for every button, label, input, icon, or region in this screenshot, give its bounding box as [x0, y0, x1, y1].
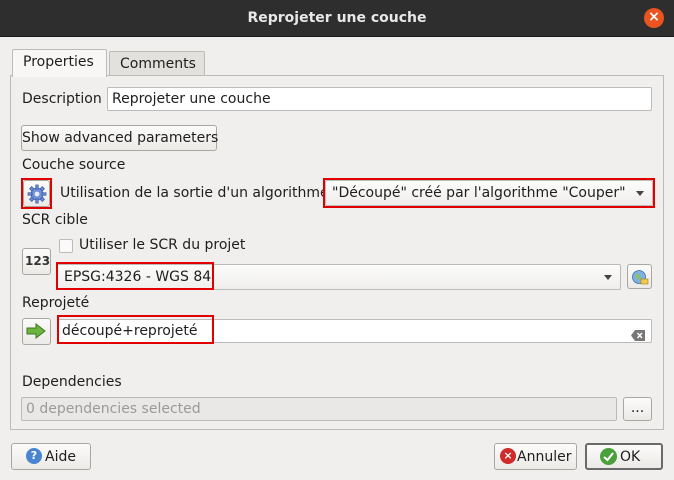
cancel-label: Annuler — [517, 449, 572, 465]
output-value: découpé+reprojeté — [62, 323, 198, 339]
show-advanced-parameters-button[interactable]: Show advanced parameters — [21, 125, 218, 151]
cancel-button[interactable]: × Annuler — [494, 443, 577, 470]
crs-select-value: EPSG:4326 - WGS 84 — [64, 269, 212, 285]
dependencies-field[interactable]: 0 dependencies selected — [21, 397, 617, 421]
description-input[interactable]: Reprojeter une couche — [107, 87, 652, 111]
chevron-down-icon — [636, 191, 644, 196]
tab-properties[interactable]: Properties — [12, 49, 107, 77]
arrow-right-icon — [26, 322, 46, 343]
crs-selector-button[interactable] — [627, 264, 652, 289]
cancel-icon: × — [500, 448, 516, 464]
ok-button[interactable]: OK — [585, 443, 663, 470]
couche-source-label: Couche source — [22, 157, 126, 173]
window-title: Reprojeter une couche — [247, 10, 427, 26]
description-label: Description — [22, 91, 102, 107]
output-input[interactable]: découpé+reprojeté — [57, 319, 652, 343]
help-label: Aide — [45, 449, 76, 465]
source-mode-label: Utilisation de la sortie d'un algorithme — [60, 185, 329, 201]
tab-comments[interactable]: Comments — [109, 51, 205, 78]
help-icon: ? — [26, 448, 42, 464]
dependencies-label: Dependencies — [22, 374, 122, 390]
close-icon[interactable]: × — [644, 8, 664, 28]
gear-icon — [27, 184, 47, 208]
source-select[interactable]: "Découpé" créé par l'algorithme "Couper" — [325, 180, 653, 206]
ok-check-icon — [600, 448, 617, 465]
numeric-icon: 123 — [25, 254, 51, 268]
scr-cible-label: SCR cible — [22, 212, 88, 228]
use-project-crs-checkbox[interactable] — [59, 239, 73, 253]
crs-numeric-button[interactable]: 123 — [22, 248, 51, 275]
title-bar: Reprojeter une couche × — [0, 0, 674, 37]
dependencies-browse-button[interactable]: ... — [623, 397, 652, 421]
help-button[interactable]: ? Aide — [11, 443, 91, 470]
output-mode-button[interactable] — [22, 318, 51, 345]
reprojete-label: Reprojeté — [22, 295, 90, 311]
source-mode-button[interactable] — [23, 180, 50, 207]
source-select-value: "Découpé" créé par l'algorithme "Couper" — [332, 185, 626, 201]
use-project-crs-label: Utiliser le SCR du projet — [79, 237, 246, 253]
chevron-down-icon — [604, 275, 612, 280]
globe-icon — [631, 268, 649, 290]
clear-text-icon[interactable] — [631, 326, 645, 342]
crs-select[interactable]: EPSG:4326 - WGS 84 — [57, 264, 621, 290]
ok-label: OK — [620, 449, 641, 465]
